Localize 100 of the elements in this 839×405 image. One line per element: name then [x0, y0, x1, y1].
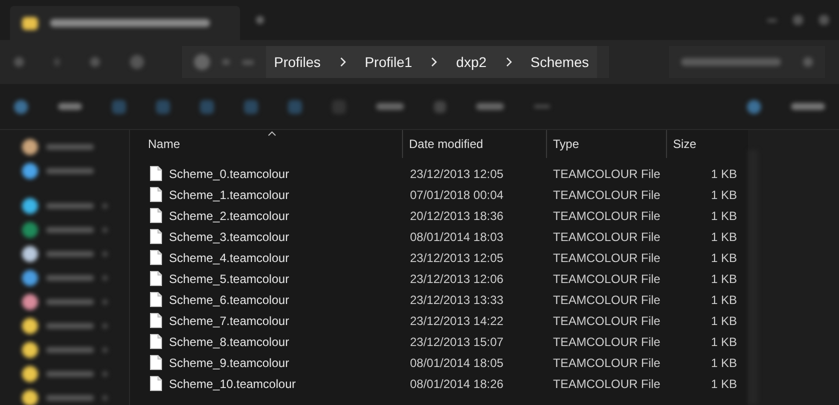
- sidebar-icon[interactable]: [22, 342, 38, 358]
- blurred-label: [46, 227, 94, 233]
- file-name[interactable]: Scheme_9.teamcolour: [169, 354, 290, 372]
- file-size: 1 KB: [710, 270, 737, 288]
- file-type: TEAMCOLOUR File: [553, 334, 660, 348]
- refresh-icon[interactable]: [130, 55, 144, 69]
- column-header[interactable]: Type: [547, 130, 667, 158]
- file-size: 1 KB: [710, 166, 737, 182]
- sidebar-icon[interactable]: [22, 163, 38, 179]
- column-label: Size: [673, 136, 696, 153]
- maximize-icon[interactable]: [793, 15, 803, 25]
- chevron-right-icon: [506, 57, 512, 67]
- file-name[interactable]: Scheme_7.teamcolour: [169, 312, 290, 330]
- file-size: 1 KB: [710, 208, 737, 224]
- chevron-right-icon: [340, 57, 346, 67]
- file-name[interactable]: Scheme_10.teamcolour: [169, 374, 296, 392]
- file-icon: [150, 376, 162, 391]
- date-modified: 23/12/2013 12:05: [410, 250, 504, 264]
- blurred-label: [46, 371, 94, 377]
- breadcrumb-item[interactable]: Profiles: [274, 52, 321, 72]
- file-name[interactable]: Scheme_3.teamcolour: [169, 228, 290, 246]
- sidebar-icon[interactable]: [22, 366, 38, 382]
- sidebar-icon[interactable]: [22, 139, 38, 155]
- sidebar-icon[interactable]: [22, 198, 38, 214]
- file-size: 1 KB: [710, 228, 737, 246]
- file-type: TEAMCOLOUR File: [553, 208, 660, 222]
- blurred-label: [58, 103, 82, 110]
- file-type: TEAMCOLOUR File: [553, 272, 660, 286]
- window-tab[interactable]: [10, 6, 240, 40]
- file-icon: [150, 166, 162, 181]
- search-icon: [803, 57, 813, 67]
- blurred-label: [376, 103, 404, 110]
- back-icon[interactable]: [14, 57, 24, 67]
- file-icon: [150, 187, 162, 202]
- blurred-label: [46, 299, 94, 305]
- file-name[interactable]: Scheme_2.teamcolour: [169, 206, 290, 224]
- file-icon: [150, 355, 162, 370]
- sidebar-icon[interactable]: [22, 318, 38, 334]
- toolbar-icon[interactable]: [244, 100, 258, 114]
- sort-ascending-icon: [268, 131, 276, 136]
- breadcrumb-item[interactable]: Profile1: [364, 52, 412, 72]
- blurred-label: [46, 144, 94, 150]
- file-size: 1 KB: [710, 312, 737, 330]
- breadcrumb-item[interactable]: Schemes: [530, 52, 589, 72]
- column-header[interactable]: Date modified: [403, 130, 547, 158]
- file-type: TEAMCOLOUR File: [553, 230, 660, 244]
- file-name[interactable]: Scheme_8.teamcolour: [169, 332, 290, 350]
- toolbar-icon[interactable]: [288, 100, 302, 114]
- blurred-label: [46, 275, 94, 281]
- file-name[interactable]: Scheme_1.teamcolour: [169, 186, 290, 204]
- date-modified: 23/12/2013 12:05: [410, 166, 504, 180]
- file-size: 1 KB: [710, 250, 737, 266]
- toolbar-icon[interactable]: [14, 100, 28, 114]
- sidebar-icon[interactable]: [22, 294, 38, 310]
- file-name[interactable]: Scheme_5.teamcolour: [169, 270, 290, 288]
- file-name[interactable]: Scheme_4.teamcolour: [169, 248, 290, 266]
- blurred-label: [46, 323, 94, 329]
- column-label: Date modified: [409, 136, 484, 153]
- toolbar-icon[interactable]: [747, 100, 761, 114]
- blurred-label: [46, 168, 94, 174]
- file-icon: [150, 271, 162, 286]
- date-modified: 23/12/2013 15:07: [410, 334, 504, 348]
- new-tab-icon[interactable]: [256, 16, 264, 24]
- toolbar-icon[interactable]: [156, 100, 170, 114]
- file-size: 1 KB: [710, 354, 737, 372]
- file-icon: [150, 229, 162, 244]
- toolbar-icon[interactable]: [434, 100, 446, 112]
- file-icon: [150, 292, 162, 307]
- more-icon[interactable]: [242, 60, 254, 64]
- toolbar-icon[interactable]: [200, 100, 214, 114]
- address-bar[interactable]: Profiles Profile1 dxp2 Schemes: [182, 46, 609, 78]
- file-type: TEAMCOLOUR File: [553, 292, 660, 306]
- file-type: TEAMCOLOUR File: [553, 166, 660, 180]
- sidebar-icon[interactable]: [22, 390, 38, 405]
- file-size: 1 KB: [710, 376, 737, 392]
- blurred-label: [791, 103, 825, 110]
- file-icon: [150, 250, 162, 265]
- file-size: 1 KB: [710, 334, 737, 350]
- close-icon[interactable]: [819, 15, 829, 25]
- file-type: TEAMCOLOUR File: [553, 314, 660, 328]
- column-label: Type: [553, 136, 580, 153]
- computer-icon: [194, 54, 210, 70]
- column-header[interactable]: Size: [667, 130, 745, 158]
- blurred-label: [46, 251, 94, 257]
- search-field[interactable]: [668, 46, 825, 78]
- toolbar-icon[interactable]: [112, 100, 126, 114]
- sidebar-icon[interactable]: [22, 246, 38, 262]
- file-name[interactable]: Scheme_0.teamcolour: [169, 164, 290, 182]
- date-modified: 07/01/2018 00:04: [410, 188, 504, 202]
- date-modified: 08/01/2014 18:03: [410, 230, 504, 244]
- breadcrumb-item[interactable]: dxp2: [456, 52, 487, 72]
- sidebar-icon[interactable]: [22, 222, 38, 238]
- file-name[interactable]: Scheme_6.teamcolour: [169, 290, 290, 308]
- column-header[interactable]: Name: [130, 130, 403, 158]
- up-icon[interactable]: [90, 57, 100, 67]
- sidebar-icon[interactable]: [22, 270, 38, 286]
- date-modified: 23/12/2013 12:06: [410, 272, 504, 286]
- chevron-right-icon: [431, 57, 438, 67]
- folder-icon: [22, 16, 38, 30]
- date-modified: 23/12/2013 14:22: [410, 314, 504, 328]
